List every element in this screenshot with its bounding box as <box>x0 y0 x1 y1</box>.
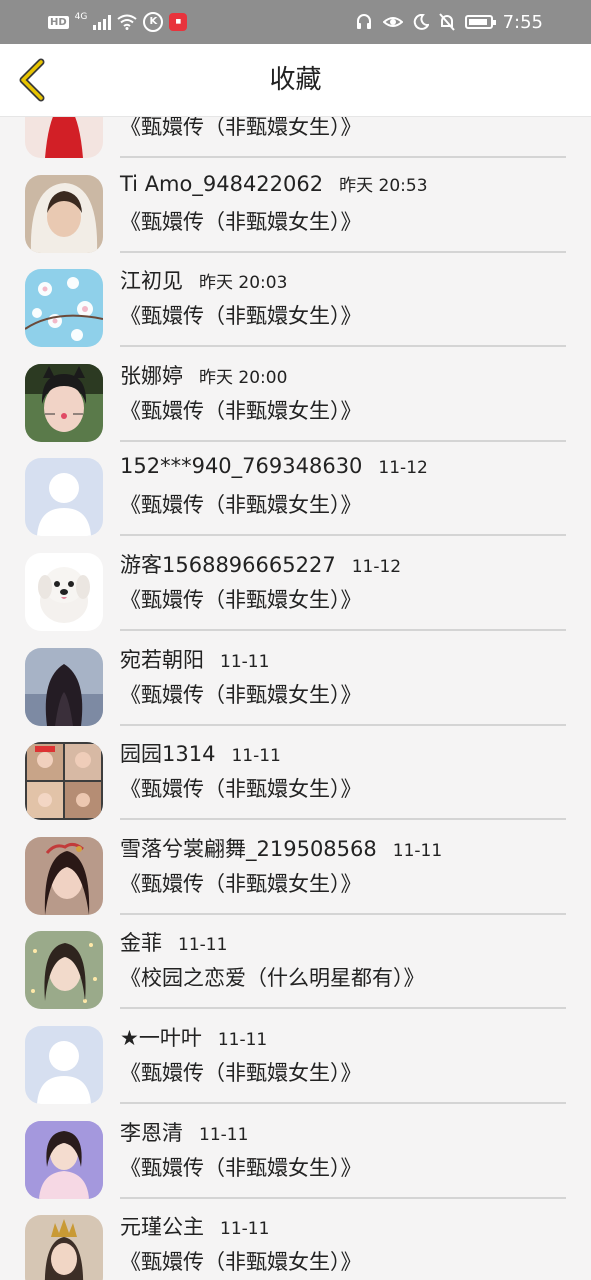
work-title[interactable]: 《甄嬛传（非甄嬛女生）》 <box>120 1152 362 1182</box>
favorite-item[interactable]: 金菲 11-11 《校园之恋爱（什么明星都有）》 <box>0 915 591 1010</box>
timestamp: 11-11 <box>217 1029 268 1050</box>
avatar[interactable] <box>25 931 103 1010</box>
bell-muted-icon <box>438 13 455 31</box>
wifi-icon <box>117 14 137 30</box>
work-title[interactable]: 《甄嬛传（非甄嬛女生）》 <box>120 584 362 614</box>
work-title[interactable]: 《甄嬛传（非甄嬛女生）》 <box>120 1057 362 1087</box>
favorites-list[interactable]: 《甄嬛传（非甄嬛女生）》 Ti Amo_948422062 昨天 20:53 《甄嬛传… <box>0 117 591 1280</box>
avatar[interactable] <box>25 647 103 726</box>
work-title[interactable]: 《甄嬛传（非甄嬛女生）》 <box>120 489 362 519</box>
status-bar: HD 4G K ■ 7:55 <box>0 0 591 44</box>
timestamp: 11-11 <box>220 651 270 672</box>
user-name[interactable]: Ti Amo_948422062 <box>120 172 323 196</box>
favorite-item[interactable]: ★一叶叶 11-11 《甄嬛传（非甄嬛女生）》 <box>0 1010 591 1105</box>
status-right-icons: 7:55 <box>355 9 543 35</box>
name-line: 152***940_769348630 11-12 <box>120 454 428 484</box>
timestamp: 11-11 <box>231 746 281 767</box>
avatar[interactable] <box>25 1120 103 1199</box>
clock: 7:55 <box>502 11 543 33</box>
name-line: 张娜婷 昨天 20:00 <box>120 360 287 390</box>
name-line: 江初见 昨天 20:03 <box>120 265 287 295</box>
work-title[interactable]: 《甄嬛传（非甄嬛女生）》 <box>120 117 362 141</box>
work-title[interactable]: 《甄嬛传（非甄嬛女生）》 <box>120 206 362 236</box>
name-line: ★一叶叶 11-11 <box>120 1022 267 1052</box>
battery-icon <box>464 15 496 29</box>
favorite-item[interactable]: 江初见 昨天 20:03 《甄嬛传（非甄嬛女生）》 <box>0 253 591 348</box>
name-line: 雪落兮裳翩舞_219508568 11-11 <box>120 833 442 863</box>
work-title[interactable]: 《甄嬛传（非甄嬛女生）》 <box>120 395 362 425</box>
signal-icon <box>93 14 112 30</box>
favorite-item[interactable]: 张娜婷 昨天 20:00 《甄嬛传（非甄嬛女生）》 <box>0 348 591 443</box>
k-app-icon: K <box>143 12 164 32</box>
user-name[interactable]: 江初见 <box>120 265 183 295</box>
favorite-item[interactable]: 宛若朝阳 11-11 《甄嬛传（非甄嬛女生）》 <box>0 632 591 727</box>
work-title[interactable]: 《甄嬛传（非甄嬛女生）》 <box>120 1246 362 1276</box>
favorite-item[interactable]: 152***940_769348630 11-12 《甄嬛传（非甄嬛女生）》 <box>0 442 591 537</box>
user-name[interactable]: 雪落兮裳翩舞_219508568 <box>120 833 377 863</box>
favorite-item[interactable]: 《甄嬛传（非甄嬛女生）》 <box>0 117 591 159</box>
page-title: 收藏 <box>269 65 322 95</box>
favorite-item[interactable]: Ti Amo_948422062 昨天 20:53 《甄嬛传（非甄嬛女生）》 <box>0 159 591 254</box>
timestamp: 昨天 20:53 <box>339 175 428 196</box>
work-title[interactable]: 《甄嬛传（非甄嬛女生）》 <box>120 300 362 330</box>
name-line: 元瑾公主 11-11 <box>120 1211 269 1241</box>
name-line: 金菲 11-11 <box>120 927 227 957</box>
header-bar: 收藏 <box>0 44 591 117</box>
user-name[interactable]: 李恩清 <box>120 1117 183 1147</box>
favorite-item[interactable]: 元瑾公主 11-11 《甄嬛传（非甄嬛女生）》 <box>0 1199 591 1280</box>
user-name[interactable]: 张娜婷 <box>120 360 183 390</box>
avatar[interactable] <box>25 1215 103 1280</box>
user-name[interactable]: 游客1568896665227 <box>120 549 336 579</box>
work-title[interactable]: 《甄嬛传（非甄嬛女生）》 <box>120 679 362 709</box>
timestamp: 11-12 <box>351 556 402 577</box>
eye-comfort-icon <box>382 17 403 27</box>
name-line: 宛若朝阳 11-11 <box>120 644 269 674</box>
work-title[interactable]: 《校园之恋爱（什么明星都有）》 <box>120 962 425 992</box>
status-left-icons: HD 4G K ■ <box>48 9 188 35</box>
name-line: 游客1568896665227 11-12 <box>120 549 401 579</box>
timestamp: 11-11 <box>392 840 443 861</box>
headphones-icon <box>356 14 371 29</box>
work-title[interactable]: 《甄嬛传（非甄嬛女生）》 <box>120 773 362 803</box>
favorite-item[interactable]: 游客1568896665227 11-12 《甄嬛传（非甄嬛女生）》 <box>0 537 591 632</box>
name-line: 李恩清 11-11 <box>120 1117 248 1147</box>
user-name[interactable]: 152***940_769348630 <box>120 454 362 478</box>
timestamp: 昨天 20:00 <box>199 367 288 388</box>
name-line: Ti Amo_948422062 昨天 20:53 <box>120 171 428 201</box>
name-line: 园园1314 11-11 <box>120 738 281 768</box>
work-title[interactable]: 《甄嬛传（非甄嬛女生）》 <box>120 868 362 898</box>
hd-icon: HD <box>48 15 69 29</box>
timestamp: 11-12 <box>378 458 428 479</box>
avatar[interactable] <box>25 269 103 348</box>
user-name[interactable]: 金菲 <box>120 927 162 957</box>
user-name[interactable]: ★一叶叶 <box>120 1022 202 1052</box>
favorite-item[interactable]: 园园1314 11-11 《甄嬛传（非甄嬛女生）》 <box>0 726 591 821</box>
favorite-item[interactable]: 李恩清 11-11 《甄嬛传（非甄嬛女生）》 <box>0 1105 591 1200</box>
avatar[interactable] <box>25 363 103 442</box>
avatar[interactable] <box>25 458 103 537</box>
avatar[interactable] <box>25 117 103 158</box>
timestamp: 昨天 20:03 <box>199 273 288 294</box>
timestamp: 11-11 <box>178 935 228 956</box>
avatar[interactable] <box>25 742 103 821</box>
timestamp: 11-11 <box>220 1219 270 1240</box>
avatar[interactable] <box>25 552 103 631</box>
user-name[interactable]: 元瑾公主 <box>120 1211 204 1241</box>
avatar[interactable] <box>25 174 103 253</box>
avatar[interactable] <box>25 836 103 915</box>
favorite-item[interactable]: 雪落兮裳翩舞_219508568 11-11 《甄嬛传（非甄嬛女生）》 <box>0 821 591 916</box>
network-type: 4G <box>74 11 88 22</box>
avatar[interactable] <box>25 1025 103 1104</box>
app-notification-icon: ■ <box>169 13 188 31</box>
timestamp: 11-11 <box>199 1124 249 1145</box>
user-name[interactable]: 宛若朝阳 <box>120 644 204 674</box>
user-name[interactable]: 园园1314 <box>120 738 215 768</box>
moon-icon <box>413 14 429 30</box>
